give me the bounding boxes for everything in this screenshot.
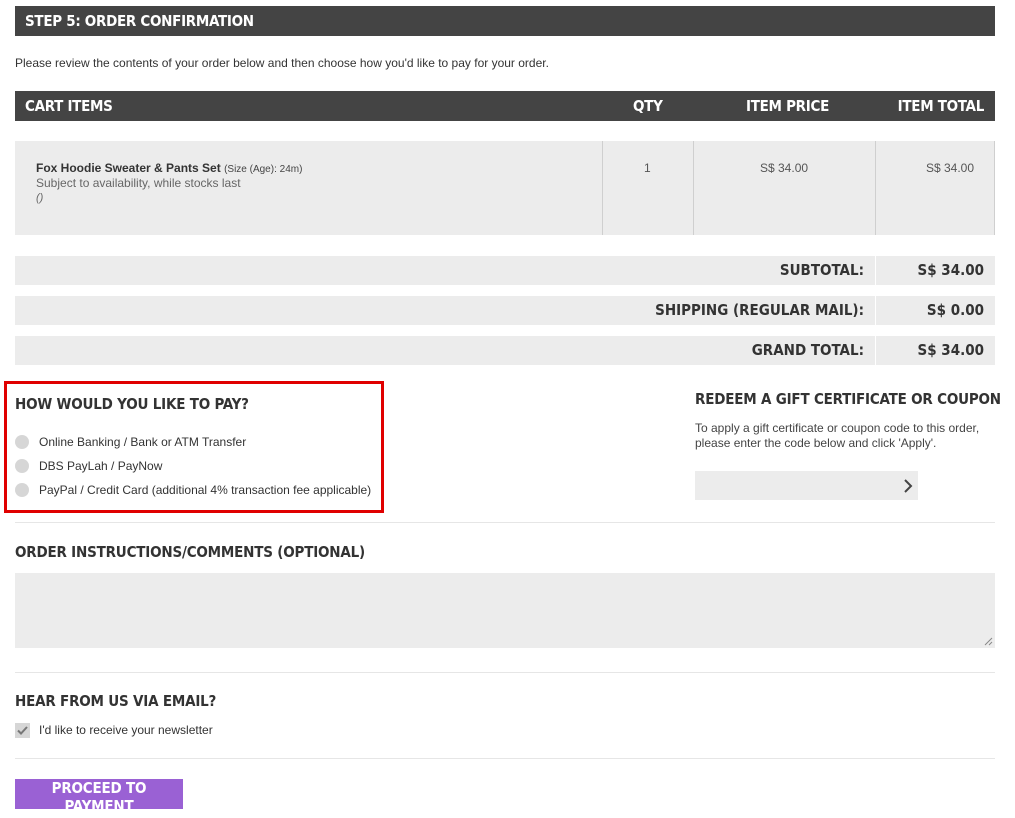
item-size: (Size (Age): 24m) [224,164,303,175]
step-header: STEP 5: ORDER CONFIRMATION [15,6,995,36]
chevron-right-icon [903,479,912,493]
shipping-row: SHIPPING (REGULAR MAIL): S$ 0.00 [15,296,995,325]
cart-table-header: CART ITEMS QTY ITEM PRICE ITEM TOTAL [15,91,995,121]
item-note: () [36,192,44,204]
cart-item-row: Fox Hoodie Sweater & Pants Set (Size (Ag… [15,141,995,235]
coupon-code-input[interactable] [695,471,918,500]
payment-option-label: PayPal / Credit Card (additional 4% tran… [39,483,372,497]
newsletter-title: HEAR FROM US VIA EMAIL? [15,692,217,710]
col-header-item-price: ITEM PRICE [746,97,829,115]
item-name: Fox Hoodie Sweater & Pants Set (Size (Ag… [36,161,302,175]
column-divider [875,256,876,285]
grand-total-label: GRAND TOTAL: [751,341,864,359]
column-divider [875,141,876,235]
newsletter-checkbox[interactable] [15,723,30,738]
radio-dbs-paylah[interactable] [15,459,29,473]
section-divider [15,758,995,759]
item-name-text: Fox Hoodie Sweater & Pants Set [36,161,221,175]
newsletter-label: I'd like to receive your newsletter [39,723,213,737]
item-qty: 1 [644,161,651,175]
col-header-cart-items: CART ITEMS [25,97,113,115]
shipping-label: SHIPPING (REGULAR MAIL): [655,301,864,319]
comments-title: ORDER INSTRUCTIONS/COMMENTS (OPTIONAL) [15,543,365,561]
section-divider [15,672,995,673]
item-total: S$ 34.00 [925,161,974,175]
grand-total-value: S$ 34.00 [917,341,985,359]
subtotal-value: S$ 34.00 [917,261,985,279]
payment-title: HOW WOULD YOU LIKE TO PAY? [15,395,249,413]
shipping-value: S$ 0.00 [926,301,984,319]
payment-option-label: Online Banking / Bank or ATM Transfer [39,435,247,449]
column-divider [875,296,876,325]
intro-text: Please review the contents of your order… [15,56,549,70]
gift-title: REDEEM A GIFT CERTIFICATE OR COUPON [695,390,1001,408]
resize-grip-icon[interactable] [984,637,993,646]
column-divider [994,141,995,235]
checkmark-icon [17,726,28,735]
col-header-item-total: ITEM TOTAL [897,97,985,115]
column-divider [693,141,694,235]
grand-total-row: GRAND TOTAL: S$ 34.00 [15,336,995,365]
column-divider [875,336,876,365]
proceed-to-payment-button[interactable]: PROCEED TO PAYMENT [15,779,183,815]
apply-coupon-button[interactable] [897,471,918,500]
comments-textarea[interactable] [15,573,995,648]
col-header-qty: QTY [633,97,663,115]
gift-description: To apply a gift certificate or coupon co… [695,421,980,450]
section-divider [15,522,995,523]
radio-paypal[interactable] [15,483,29,497]
item-availability: Subject to availability, while stocks la… [36,176,241,190]
payment-option-label: DBS PayLah / PayNow [39,459,163,473]
radio-online-banking[interactable] [15,435,29,449]
subtotal-label: SUBTOTAL: [779,261,864,279]
item-price: S$ 34.00 [760,161,809,175]
subtotal-row: SUBTOTAL: S$ 34.00 [15,256,995,285]
column-divider [602,141,603,235]
